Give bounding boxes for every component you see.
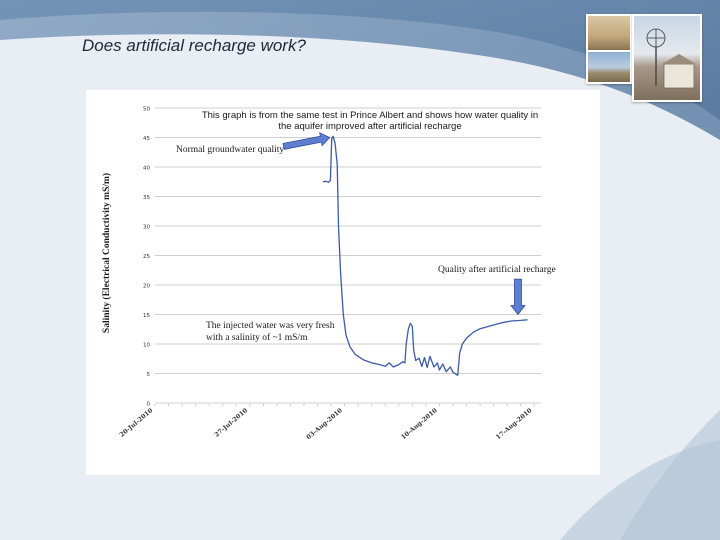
x-tick-dot <box>520 404 522 406</box>
annotation-normal-quality: Normal groundwater quality <box>176 145 285 155</box>
x-tick-dot <box>344 404 346 406</box>
x-tick-label: 20-Jul-2010 <box>119 407 155 439</box>
x-tick-dot <box>289 404 291 406</box>
annotation-injected-line-2: with a salinity of ~1 mS/m <box>206 333 308 343</box>
after-recharge-arrow <box>510 278 526 316</box>
x-tick-dot <box>208 404 210 406</box>
y-tick-label-0: 0 <box>147 402 151 408</box>
x-tick-dot <box>438 404 440 406</box>
photo-building <box>586 14 632 52</box>
salinity-line-chart: 0 5 10 15 20 25 30 35 40 45 50 20-Jul-2010 27-Jul-20… <box>119 107 541 441</box>
annotation-injected-water: The injected water was very fresh with a… <box>206 320 366 344</box>
x-tick-dot <box>479 404 481 406</box>
x-tick-label: 03-Aug-2010 <box>305 407 344 441</box>
y-tick-label-30: 30 <box>143 225 150 231</box>
y-tick-label-15: 15 <box>143 313 150 319</box>
x-tick-dot <box>181 404 183 406</box>
x-tick-label: 10-Aug-2010 <box>400 407 439 441</box>
annotation-line-2: the aquifer improved after artificial re… <box>278 121 462 132</box>
annotation-line-1: This graph is from the same test in Prin… <box>201 110 539 121</box>
x-tick-dot <box>195 404 197 406</box>
y-tick-label-45: 45 <box>143 136 150 142</box>
x-tick-dot <box>384 404 386 406</box>
y-tick-label-5: 5 <box>147 372 151 378</box>
slide-title: Does artificial recharge work? <box>82 36 306 55</box>
x-tick-dot <box>533 404 535 406</box>
x-tick-dot <box>466 404 468 406</box>
x-tick-dot <box>330 404 332 406</box>
normal-quality-arrow <box>282 132 331 150</box>
x-tick-dot <box>262 404 264 406</box>
annotation-injected-line-1: The injected water was very fresh <box>206 321 335 331</box>
x-tick-label: 17-Aug-2010 <box>495 407 534 441</box>
y-tick-label-25: 25 <box>143 254 150 260</box>
x-tick-dot <box>249 404 251 406</box>
x-tick-dot <box>235 404 237 406</box>
x-tick-dot <box>317 404 319 406</box>
x-tick-dot <box>276 404 278 406</box>
x-tick-dot <box>506 404 508 406</box>
annotation-graph-description: This graph is from the same test in Prin… <box>190 110 550 132</box>
x-tick-dot <box>398 404 400 406</box>
x-tick-dot <box>357 404 359 406</box>
y-tick-label-50: 50 <box>143 107 150 113</box>
x-tick-dot <box>154 404 156 406</box>
x-tick-dot <box>425 404 427 406</box>
x-tick-dot <box>452 404 454 406</box>
y-tick-label-40: 40 <box>143 166 150 172</box>
x-tick-dot <box>371 404 373 406</box>
x-tick-dot <box>303 404 305 406</box>
chart-panel: 0 5 10 15 20 25 30 35 40 45 50 20-Jul-2010 27-Jul-20… <box>86 90 600 475</box>
photo-windmill <box>632 14 702 102</box>
y-tick-label-20: 20 <box>143 284 150 290</box>
annotation-after-recharge: Quality after artificial recharge <box>438 265 556 275</box>
x-tick-dot <box>168 404 170 406</box>
x-tick-dot <box>411 404 413 406</box>
windmill-icon <box>646 28 696 89</box>
y-tick-label-35: 35 <box>143 195 150 201</box>
y-axis-label: Salinity (Electrical Conductivity mS/m) <box>102 172 112 334</box>
x-tick-label: 27-Jul-2010 <box>213 407 249 439</box>
photo-landscape <box>586 50 632 84</box>
x-tick-dot <box>493 404 495 406</box>
x-tick-dot <box>222 404 224 406</box>
y-tick-label-10: 10 <box>143 343 150 349</box>
